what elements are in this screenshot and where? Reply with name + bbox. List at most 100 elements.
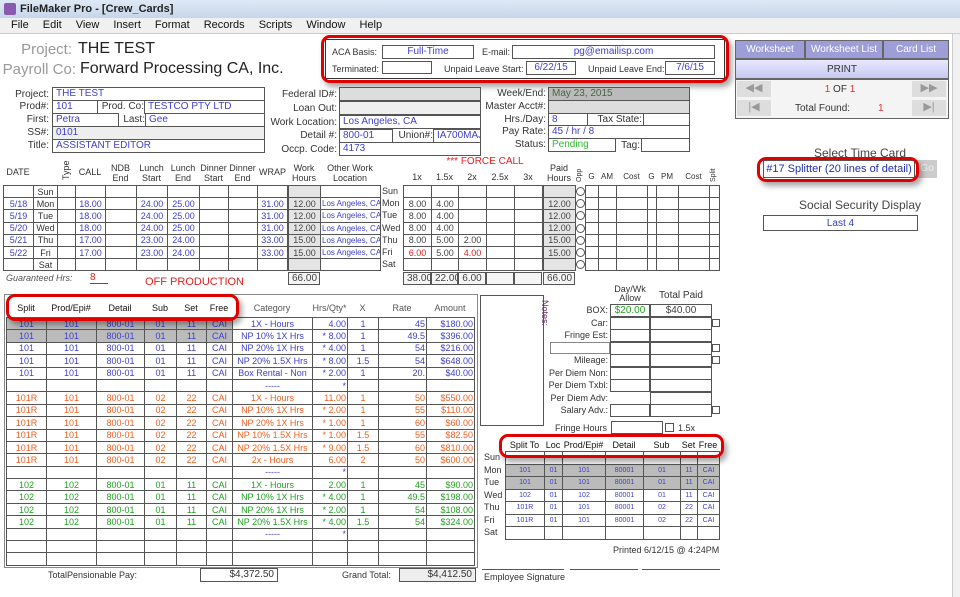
detail-cell-4[interactable]: 22	[176, 391, 207, 405]
split-cell-2[interactable]: 01	[544, 513, 563, 527]
cost-cell[interactable]	[678, 184, 710, 199]
detail-cell-5[interactable]: CAI	[206, 391, 233, 405]
detail-cell-0[interactable]	[6, 527, 47, 542]
allowance-day-field[interactable]	[610, 379, 650, 392]
detail-cell-6[interactable]: 2x - Hours	[232, 453, 313, 467]
detail-row[interactable]: 101 101 800-01 01 11 CAI Box Rental - Non * 2.0…	[6, 366, 475, 380]
menu-insert[interactable]: Insert	[106, 18, 148, 33]
detail-cell-2[interactable]: 800-01	[96, 366, 145, 380]
detail-cell-10[interactable]	[426, 540, 475, 554]
detail-cell-5[interactable]: CAI	[206, 515, 233, 529]
cost-cell[interactable]	[616, 197, 648, 211]
split-row[interactable]: 101R 01 101 80001 02 22 CAI	[505, 501, 720, 515]
time-ds-cell[interactable]	[199, 258, 229, 272]
detail-cell-10[interactable]: $108.00	[426, 502, 475, 517]
cost-cell[interactable]	[647, 258, 657, 272]
time-wrap-cell[interactable]: 31.00	[257, 221, 288, 235]
time-date-cell[interactable]	[3, 258, 34, 272]
detail-cell-5[interactable]	[206, 465, 233, 480]
detail-cell-0[interactable]	[6, 552, 47, 566]
detail-cell-2[interactable]: 800-01	[96, 428, 145, 442]
detail-cell-8[interactable]: 2	[347, 453, 379, 467]
allowance-total-field[interactable]	[650, 316, 712, 330]
detail-cell-5[interactable]: CAI	[206, 354, 233, 368]
detail-cell-9[interactable]: 55	[378, 403, 427, 418]
opp-radio[interactable]	[576, 260, 585, 270]
allowance-checkbox[interactable]	[712, 406, 720, 414]
detail-cell-9[interactable]: 50	[378, 391, 427, 405]
detail-cell-1[interactable]: 101	[46, 416, 97, 430]
split-cell-3[interactable]: 101	[562, 476, 606, 490]
cost-cell[interactable]	[678, 233, 710, 247]
cost-cell[interactable]	[647, 209, 657, 223]
detail-cell-0[interactable]: 101R	[6, 453, 47, 467]
allowance-total-field[interactable]	[650, 354, 712, 367]
detail-cell-5[interactable]: CAI	[206, 416, 233, 430]
split-cell-3[interactable]	[562, 526, 606, 540]
time-type-cell[interactable]	[57, 184, 76, 199]
cost-cell[interactable]	[585, 233, 599, 247]
detail-cell-3[interactable]	[144, 540, 177, 554]
detail-row[interactable]: 101R 101 800-01 02 22 CAI NP 20% 1.5X Hrs * 9.0…	[6, 440, 475, 455]
time-ndb-cell[interactable]	[105, 221, 137, 235]
detail-cell-8[interactable]: 1.5	[347, 354, 379, 368]
split-cell-1[interactable]: 102	[505, 488, 545, 502]
detail-cell-2[interactable]: 800-01	[96, 341, 145, 356]
detail-cell-7[interactable]: * 2.00	[312, 403, 348, 418]
allowance-checkbox[interactable]	[712, 356, 720, 364]
time-type-cell[interactable]	[57, 245, 76, 260]
detail-cell-7[interactable]	[312, 540, 348, 554]
detail-cell-4[interactable]: 22	[176, 403, 207, 418]
detail-cell-10[interactable]: $90.00	[426, 478, 475, 492]
next-record-icon[interactable]: ▶▶	[912, 81, 946, 97]
detail-cell-2[interactable]	[96, 527, 145, 542]
cost-cell[interactable]	[598, 258, 617, 272]
cost-cell[interactable]	[585, 258, 599, 272]
week-field[interactable]: May 23, 2015	[548, 87, 690, 101]
detail-cell-9[interactable]	[378, 540, 427, 554]
detail-cell-4[interactable]: 11	[176, 341, 207, 356]
detail-cell-3[interactable]: 01	[144, 515, 177, 529]
time-le-cell[interactable]: 25.00	[167, 209, 200, 223]
cost-cell[interactable]	[656, 209, 679, 223]
time-ds-cell[interactable]	[199, 233, 229, 247]
cost-cell[interactable]	[585, 197, 599, 211]
allowance-checkbox[interactable]	[712, 318, 720, 327]
detail-cell-6[interactable]: NP 10% 1X Hrs	[232, 403, 313, 418]
time-call-cell[interactable]	[75, 258, 106, 272]
allowance-total-field[interactable]	[650, 379, 712, 392]
detail-cell-5[interactable]: CAI	[206, 440, 233, 455]
detail-cell-4[interactable]: 11	[176, 354, 207, 368]
cost-cell[interactable]	[598, 197, 617, 211]
detail-cell-1[interactable]: 102	[46, 502, 97, 517]
detail-cell-10[interactable]: $396.00	[426, 329, 475, 343]
detail-cell-3[interactable]: 01	[144, 490, 177, 504]
detail-row[interactable]	[6, 552, 475, 566]
detail-cell-8[interactable]: 1	[347, 391, 379, 405]
cost-cell[interactable]	[616, 233, 648, 247]
opp-radio[interactable]	[576, 235, 585, 245]
detail-cell-7[interactable]: * 1.00	[312, 428, 348, 442]
time-de-cell[interactable]	[228, 258, 258, 272]
time-wrap-cell[interactable]: 33.00	[257, 245, 288, 260]
detail-cell-10[interactable]: $40.00	[426, 366, 475, 380]
detail-row[interactable]: 102 102 800-01 01 11 CAI NP 20% 1.5X Hrs * 4.00…	[6, 515, 475, 529]
time-de-cell[interactable]	[228, 197, 258, 211]
allowance-total-field[interactable]	[650, 391, 712, 405]
worksheet-list-button[interactable]: Worksheet List	[805, 40, 883, 59]
menu-window[interactable]: Window	[299, 18, 352, 33]
cost-cell[interactable]	[709, 233, 720, 247]
detail-cell-3[interactable]	[144, 465, 177, 480]
detail-cell-3[interactable]: 02	[144, 416, 177, 430]
detail-cell-4[interactable]: 22	[176, 416, 207, 430]
detail-cell-10[interactable]: $324.00	[426, 515, 475, 529]
cost-cell[interactable]	[616, 184, 648, 199]
split-cell-4[interactable]: 80001	[605, 476, 644, 490]
menu-file[interactable]: File	[4, 18, 36, 33]
time-ls-cell[interactable]: 23.00	[136, 245, 168, 260]
detail-cell-10[interactable]	[426, 527, 475, 542]
custom-allowance-field[interactable]	[550, 341, 610, 354]
opp-radio[interactable]	[576, 223, 585, 233]
time-type-cell[interactable]	[57, 233, 76, 247]
time-le-cell[interactable]: 25.00	[167, 197, 200, 211]
